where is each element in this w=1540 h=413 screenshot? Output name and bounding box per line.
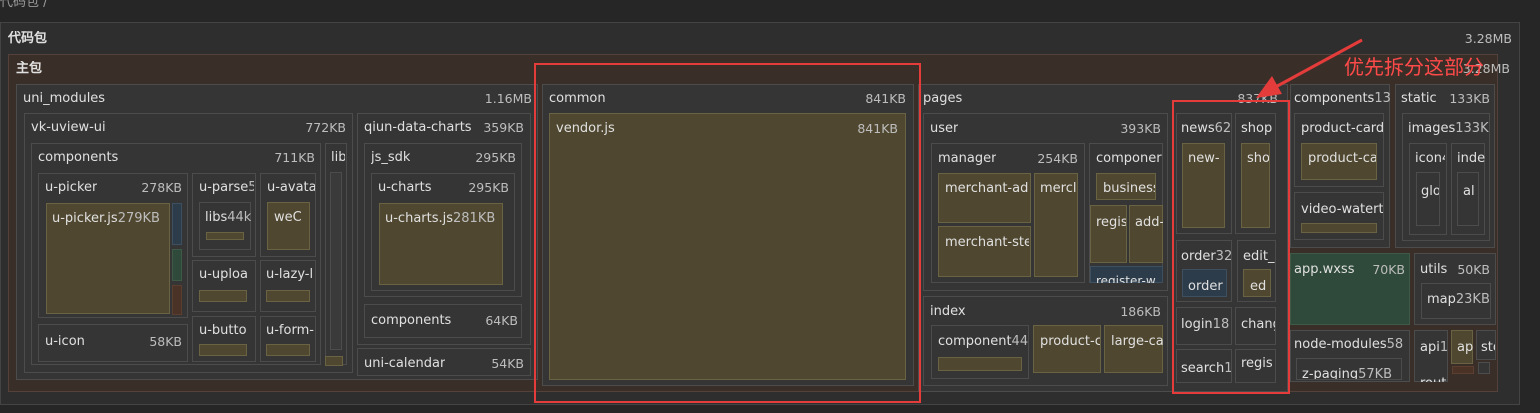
pages-label: pages [923,91,963,106]
qiun-components-label: components [371,313,452,328]
glo-label: glo [1421,184,1439,199]
u-picker-side-blue[interactable] [172,203,182,245]
u-picker-side-red[interactable] [172,285,182,315]
u-picker-label: u-picker [45,180,98,195]
main-package-label: 主包 [16,61,43,76]
annotation-text: 优先拆分这部分 [1344,57,1484,77]
static-size: 133KB [1449,91,1490,106]
regis-leaf[interactable] [1090,205,1127,263]
u-lazy-load-label: u-lazy-l [266,267,314,282]
small-box[interactable] [1478,362,1490,374]
u-button-label: u-butto [199,323,247,338]
al-folder[interactable] [1457,172,1479,226]
u-charts-size: 295KB [468,180,509,195]
register-w-label: register-w [1096,274,1156,283]
u-button-leaf[interactable] [199,344,247,356]
utils-size: 50KB [1457,262,1490,277]
uni-calendar-size: 54KB [491,356,524,371]
u-form-leaf[interactable] [266,344,310,356]
product-ca-label: product-ca [1308,151,1376,166]
components-711-size: 711KB [274,150,315,165]
u-upload-label: u-uploa [199,267,248,282]
api[interactable] [1414,330,1448,382]
index-component-label: component44 [938,334,1028,349]
u-icon-label: u-icon [45,334,85,349]
u-icon-size: 58KB [149,334,182,349]
qiun-label: qiun-data-charts [364,120,472,135]
user-label: user [930,121,959,136]
js-sdk-size: 295KB [475,150,516,165]
index-label: index [930,304,966,319]
manager-label: manager [938,151,997,166]
sto-label: sto [1481,340,1495,355]
user-components-label: componer [1096,151,1162,166]
app-wxss-label: app.wxss [1294,262,1355,277]
map-label: map23KB [1427,292,1490,307]
u-picker-side-green[interactable] [172,249,182,281]
u-avatar-label: u-avata [267,180,315,195]
app-wxss-size: 70KB [1372,262,1405,277]
u-charts-js-label: u-charts.js281KB [385,211,496,226]
product-c-label: product-c [1040,334,1100,349]
root-size: 3.28MB [1464,31,1512,46]
index-component-leaf[interactable] [938,357,1022,371]
lib-label: lib [331,150,345,165]
libs-leaf[interactable] [206,232,244,240]
highlight-common [534,63,921,403]
merch-label: mercl [1040,181,1076,196]
vk-uview-ui-size: 772KB [305,120,346,135]
regis-label: regis [1096,215,1126,230]
vk-uview-ui-label: vk-uview-ui [31,120,106,135]
large-ca[interactable] [1104,325,1163,373]
u-lazy-load-leaf[interactable] [266,290,310,302]
u-charts-label: u-charts [378,180,432,195]
product-c[interactable] [1033,325,1101,373]
manager-size: 254KB [1037,151,1078,166]
u-form-label: u-form- [266,323,314,338]
merchant-ste[interactable] [938,226,1031,277]
js-sdk-label: js_sdk [371,150,411,165]
index-size: 186KB [1120,304,1161,319]
z-paging-label: z-paging57KB [1302,367,1393,379]
video-watert-label: video-watert [1301,202,1383,217]
ap-label: ap [1457,340,1473,355]
u-upload-leaf[interactable] [199,290,247,302]
add-label: add- [1135,215,1163,230]
lib-leaf[interactable] [325,356,343,366]
add-leaf[interactable] [1129,205,1163,263]
uni-calendar-label: uni-calendar [364,356,446,371]
lib-inner[interactable] [330,172,342,350]
components-711-label: components [38,150,119,165]
large-ca-label: large-ca [1111,334,1163,349]
node-modules-label: node-modules58 [1294,337,1404,352]
merchant-ad-label: merchant-ad [945,181,1029,196]
u-parse-label: u-parse5 [199,180,254,195]
icon-folder-label: icon4 [1415,151,1445,166]
qiun-components-size: 64KB [485,313,518,328]
highlight-pages-column [1172,100,1290,394]
components-13-label: components13 [1294,91,1390,106]
product-card-label: product-card [1301,121,1383,136]
video-watert-leaf[interactable] [1301,223,1377,233]
wec-label: weC [274,210,302,225]
uni-modules-size: 1.16MB [484,91,532,106]
inde-label: inde [1457,151,1485,166]
user-size: 393KB [1120,121,1161,136]
rout-label: rout [1420,376,1448,382]
small-red-leaf[interactable] [1452,366,1474,374]
breadcrumb: 代码包 / [0,0,48,9]
merchant-ste-label: merchant-ste [945,235,1029,250]
business-label: business [1103,181,1155,196]
api-label: api1 [1420,340,1448,355]
glo-folder[interactable] [1416,172,1440,226]
u-picker-js-label: u-picker.js279KB [52,211,160,226]
images-label: images133K [1408,121,1489,136]
root-label: 代码包 [8,31,48,46]
qiun-size: 359KB [483,120,524,135]
al-label: al [1463,184,1475,199]
libs-label: libs44k [205,210,251,225]
uni-modules-label: uni_modules [23,91,106,106]
u-picker-size: 278KB [141,180,182,195]
